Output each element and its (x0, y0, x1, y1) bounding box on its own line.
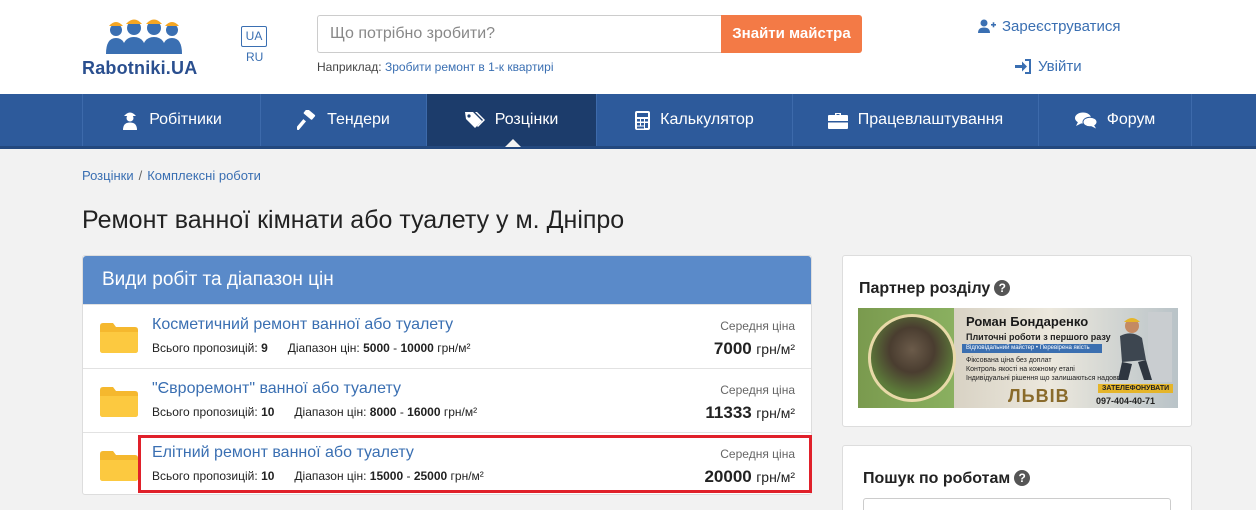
banner-call-button: ЗАТЕЛЕФОНУВАТИ (1098, 384, 1174, 393)
nav-label-jobs: Працевлаштування (857, 111, 1004, 128)
highlight-box (138, 435, 812, 493)
tags-icon (464, 112, 485, 128)
nav-label-prices: Розцінки (494, 111, 559, 128)
card-title: Види робіт та діапазон цін (83, 256, 811, 304)
user-plus-icon (978, 19, 996, 33)
banner-phone: 097-404-40-71 (1096, 396, 1156, 406)
main-nav: Робітники Тендери Розцінки Калькулятор П… (0, 94, 1256, 149)
list-item[interactable]: "Євроремонт" ванної або туалету Всього п… (83, 368, 811, 432)
lang-ru-link[interactable]: RU (246, 50, 263, 64)
lang-ua-button[interactable]: UA (241, 26, 267, 47)
partner-panel: Партнер розділу? Роман Бондаренко Плиточ… (842, 255, 1192, 427)
login-label: Увійти (1038, 58, 1082, 75)
nav-item-jobs[interactable]: Працевлаштування (792, 94, 1038, 146)
calculator-icon (635, 110, 651, 130)
nav-label-forum: Форум (1106, 111, 1156, 128)
offers-count: 10 (261, 405, 275, 419)
range-label: Діапазон цін: (287, 341, 360, 355)
page-title: Ремонт ванної кімнати або туалету у м. Д… (82, 206, 625, 234)
folder-icon (100, 323, 138, 353)
avg-price-label: Середня ціна (720, 319, 795, 333)
price-max: 10000 (400, 341, 434, 355)
folder-icon (100, 451, 138, 481)
breadcrumb-item-complex[interactable]: Комплексні роботи (147, 168, 261, 183)
avg-price-unit: грн/м² (756, 405, 795, 421)
price-max: 16000 (407, 405, 441, 419)
avg-price-label: Середня ціна (720, 383, 795, 397)
count-label: Всього пропозицій: (152, 405, 258, 419)
banner-name: Роман Бондаренко (966, 314, 1089, 329)
comments-icon (1074, 112, 1097, 128)
partner-title-text: Партнер розділу (859, 280, 991, 297)
nav-label-tenders: Тендери (327, 111, 390, 128)
nav-item-tenders[interactable]: Тендери (260, 94, 426, 146)
search-works-panel: Пошук по роботам? (842, 445, 1192, 510)
count-label: Всього пропозицій: (152, 341, 258, 355)
banner-city: ЛЬВІВ (1008, 386, 1070, 406)
price-min: 8000 (369, 405, 397, 419)
avg-price: 11333 грн/м² (705, 403, 795, 423)
row-meta: Всього пропозицій: 10 Діапазон цін: 8000 … (152, 405, 478, 419)
search-works-title: Пошук по роботам? (863, 470, 1031, 488)
banner-bullet: Фіксована ціна без доплат (966, 357, 1052, 364)
price-min: 5000 (363, 341, 390, 355)
example-label: Наприклад: (317, 60, 382, 74)
nav-label-calculator: Калькулятор (660, 111, 754, 128)
banner-bar: Відповідальний майстер • Перевірена якіс… (962, 344, 1102, 353)
search-works-input[interactable] (863, 498, 1171, 510)
list-item[interactable]: Косметичний ремонт ванної або туалету Вс… (83, 304, 811, 368)
search-input[interactable] (317, 15, 722, 53)
breadcrumb-item-prices[interactable]: Розцінки (82, 168, 134, 183)
folder-icon (100, 387, 138, 417)
search-example: Наприклад: Зробити ремонт в 1-к квартирі (317, 60, 553, 74)
banner-bullet: Індивідуальні рішення що залишаються над… (966, 375, 1124, 382)
avg-price-value: 7000 (713, 339, 752, 358)
nav-item-forum[interactable]: Форум (1038, 94, 1192, 146)
workers-logo-icon (106, 19, 182, 54)
nav-item-workers[interactable]: Робітники (82, 94, 260, 146)
login-link[interactable]: Увійти (1015, 58, 1082, 75)
worker-illustration-icon (1118, 312, 1172, 382)
nav-item-calculator[interactable]: Калькулятор (596, 94, 792, 146)
price-unit: грн/м² (443, 405, 478, 419)
range-label: Діапазон цін: (294, 405, 367, 419)
banner-subtitle: Плиточні роботи з першого разу (966, 332, 1111, 342)
row-meta: Всього пропозицій: 9 Діапазон цін: 5000 -… (152, 341, 471, 355)
register-label: Зареєструватися (1002, 18, 1121, 35)
breadcrumb-separator: / (138, 168, 143, 183)
avg-price-value: 11333 (705, 403, 752, 422)
worker-icon (123, 112, 138, 130)
briefcase-icon (827, 112, 848, 129)
partner-banner[interactable]: Роман Бондаренко Плиточні роботи з першо… (858, 308, 1178, 408)
work-type-link[interactable]: Косметичний ремонт ванної або туалету (152, 316, 453, 334)
site-header: Rabotniki.UA UA RU Знайти майстра Наприк… (0, 0, 1256, 94)
example-link[interactable]: Зробити ремонт в 1-к квартирі (385, 60, 554, 74)
partner-photo (868, 314, 956, 402)
site-logo[interactable]: Rabotniki.UA (82, 14, 212, 80)
price-unit: грн/м² (437, 341, 471, 355)
register-link[interactable]: Зареєструватися (978, 18, 1120, 35)
work-type-link[interactable]: "Євроремонт" ванної або туалету (152, 380, 401, 398)
find-master-button[interactable]: Знайти майстра (721, 15, 862, 53)
nav-label-workers: Робітники (149, 111, 222, 128)
help-icon[interactable]: ? (1014, 470, 1031, 486)
active-nav-caret (505, 139, 521, 147)
avg-price: 7000 грн/м² (714, 339, 795, 359)
help-icon[interactable]: ? (994, 280, 1011, 296)
avg-price-unit: грн/м² (756, 341, 795, 357)
hammer-icon (297, 110, 316, 130)
partner-title: Партнер розділу? (859, 280, 1011, 298)
sign-in-icon (1015, 59, 1031, 74)
breadcrumb: Розцінки / Комплексні роботи (82, 168, 261, 183)
offers-count: 9 (261, 341, 268, 355)
logo-text: Rabotniki.UA (82, 58, 198, 78)
banner-bullet: Контроль якості на кожному етапі (966, 366, 1075, 373)
search-works-title-text: Пошук по роботам (863, 470, 1011, 487)
